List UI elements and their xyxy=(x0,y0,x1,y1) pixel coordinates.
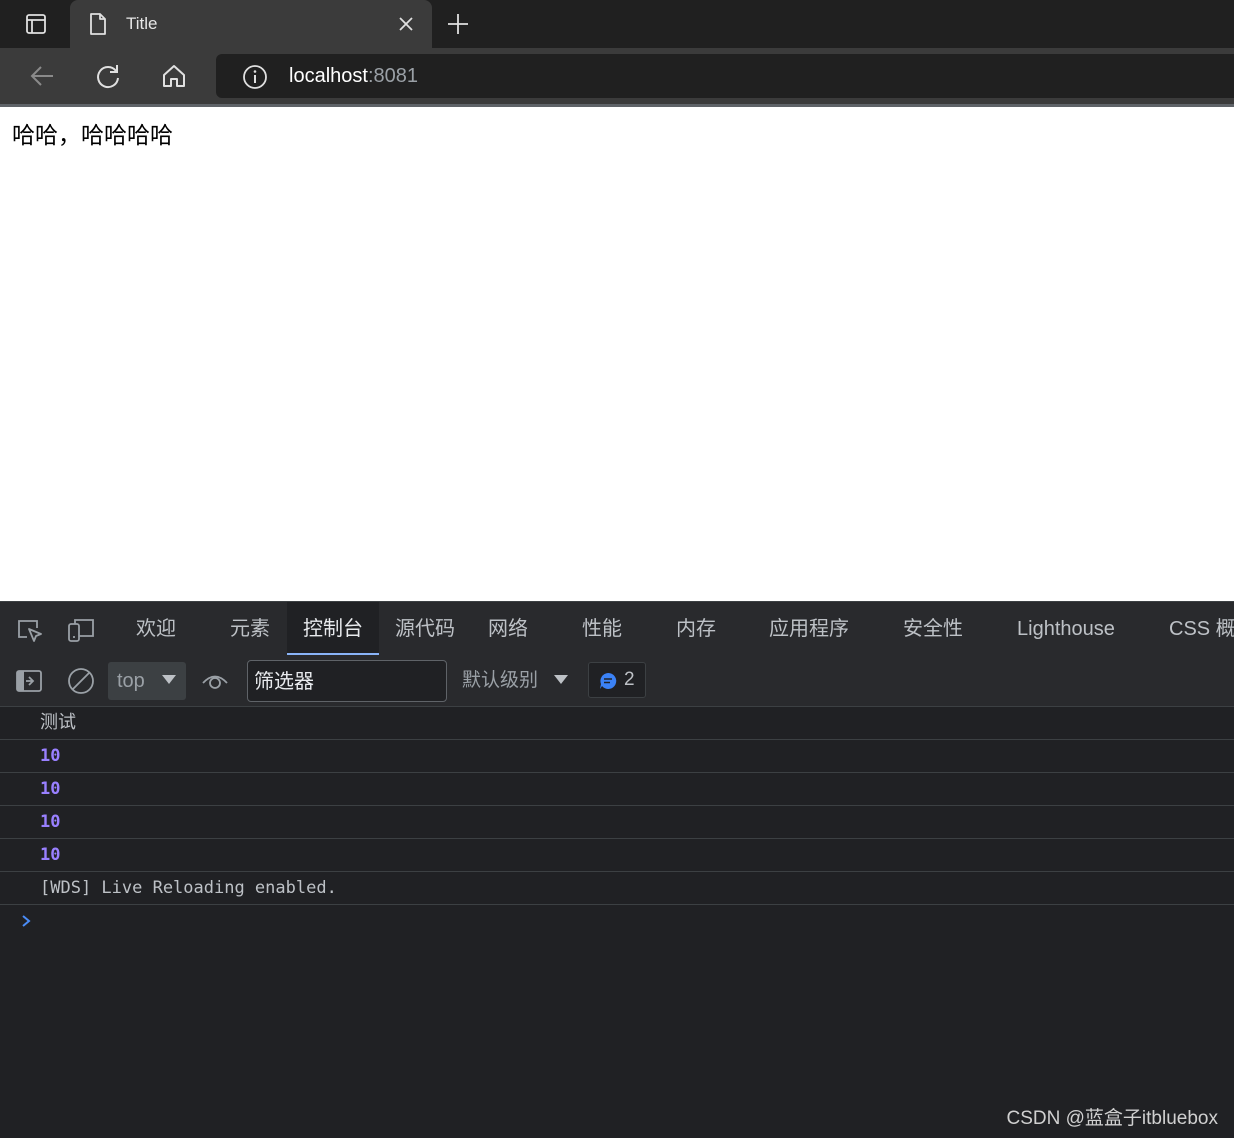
plus-icon xyxy=(448,14,468,34)
home-button[interactable] xyxy=(158,60,190,92)
browser-tab[interactable]: Title xyxy=(70,0,432,48)
console-message: 10 xyxy=(0,839,1234,872)
refresh-icon xyxy=(97,65,119,89)
eye-icon xyxy=(202,675,228,689)
log-levels-dropdown[interactable]: 默认级别 xyxy=(462,667,538,693)
console-message-text: 10 xyxy=(40,779,61,799)
console-prompt[interactable] xyxy=(0,905,1234,937)
sidebar-toggle-icon xyxy=(16,670,42,692)
console-message: 10 xyxy=(0,773,1234,806)
dropdown-arrow-icon xyxy=(554,675,568,684)
home-icon xyxy=(163,65,185,87)
console-message: 测试 xyxy=(0,707,1234,740)
devtools-tab-console[interactable]: 控制台 xyxy=(287,602,379,655)
devtools-tab-application[interactable]: 应用程序 xyxy=(769,602,849,655)
console-message-text: 测试 xyxy=(40,712,76,733)
prompt-chevron-icon xyxy=(22,915,31,927)
console-message: [WDS] Live Reloading enabled. xyxy=(0,872,1234,905)
tab-title: Title xyxy=(126,14,158,33)
console-toolbar: top 默认级别 2 xyxy=(0,655,1234,707)
tab-actions-icon xyxy=(26,14,46,34)
devtools-tab-performance[interactable]: 性能 xyxy=(582,602,622,655)
devtools-tab-bar: 欢迎 元素 控制台 源代码 网络 性能 内存 应用程序 安全性 Lighthou… xyxy=(0,601,1234,655)
console-message-text: 10 xyxy=(40,845,61,865)
filter-input[interactable] xyxy=(247,660,447,702)
close-icon[interactable] xyxy=(396,14,416,34)
watermark: CSDN @蓝盒子itbluebox xyxy=(1006,1108,1218,1129)
console-log: 测试 10 10 10 10 [WDS] Live Reloading enab… xyxy=(0,707,1234,937)
devtools-tab-sources[interactable]: 源代码 xyxy=(395,602,455,655)
dropdown-arrow-icon xyxy=(162,675,176,684)
back-arrow-icon xyxy=(30,66,53,86)
url-port: :8081 xyxy=(367,65,418,87)
document-icon xyxy=(90,13,106,35)
devtools-tab-memory[interactable]: 内存 xyxy=(676,602,716,655)
devtools-tab-css-overview[interactable]: CSS 概述 xyxy=(1169,602,1234,655)
context-selector[interactable]: top xyxy=(108,662,186,700)
clear-console-button[interactable] xyxy=(66,666,96,696)
new-tab-button[interactable] xyxy=(444,10,472,38)
inspect-icon xyxy=(18,620,42,642)
device-icon xyxy=(68,619,94,642)
message-icon xyxy=(600,672,617,689)
live-expression-button[interactable] xyxy=(200,666,230,696)
tab-strip: Title xyxy=(0,0,1234,48)
context-label: top xyxy=(117,670,145,692)
devtools-tab-elements[interactable]: 元素 xyxy=(230,602,270,655)
devtools-panel: 欢迎 元素 控制台 源代码 网络 性能 内存 应用程序 安全性 Lighthou… xyxy=(0,601,1234,1138)
page-viewport: 哈哈，哈哈哈哈 xyxy=(0,107,1234,601)
console-message-text: 10 xyxy=(40,812,61,832)
clear-icon xyxy=(68,668,94,694)
console-message-text: 10 xyxy=(40,746,61,766)
tab-actions-menu-button[interactable] xyxy=(16,12,56,36)
page-text: 哈哈，哈哈哈哈 xyxy=(12,123,173,149)
show-sidebar-button[interactable] xyxy=(14,666,44,696)
url-text[interactable]: localhost:8081 xyxy=(289,64,418,88)
devtools-tab-welcome[interactable]: 欢迎 xyxy=(136,602,176,655)
message-count: 2 xyxy=(624,669,635,690)
inspect-element-button[interactable] xyxy=(14,615,44,645)
devtools-tab-security[interactable]: 安全性 xyxy=(903,602,963,655)
address-bar[interactable]: localhost:8081 xyxy=(216,54,1234,98)
site-info-icon[interactable] xyxy=(242,64,268,90)
back-button[interactable] xyxy=(26,60,58,92)
message-count-button[interactable]: 2 xyxy=(588,662,646,698)
console-message: 10 xyxy=(0,806,1234,839)
devtools-tab-network[interactable]: 网络 xyxy=(488,602,528,655)
refresh-button[interactable] xyxy=(92,60,124,92)
devtools-tab-lighthouse[interactable]: Lighthouse xyxy=(1017,602,1115,655)
url-host: localhost xyxy=(289,65,368,87)
browser-toolbar: localhost:8081 xyxy=(0,48,1234,104)
console-message: 10 xyxy=(0,740,1234,773)
console-message-text: [WDS] Live Reloading enabled. xyxy=(40,878,337,898)
device-toolbar-button[interactable] xyxy=(66,615,96,645)
